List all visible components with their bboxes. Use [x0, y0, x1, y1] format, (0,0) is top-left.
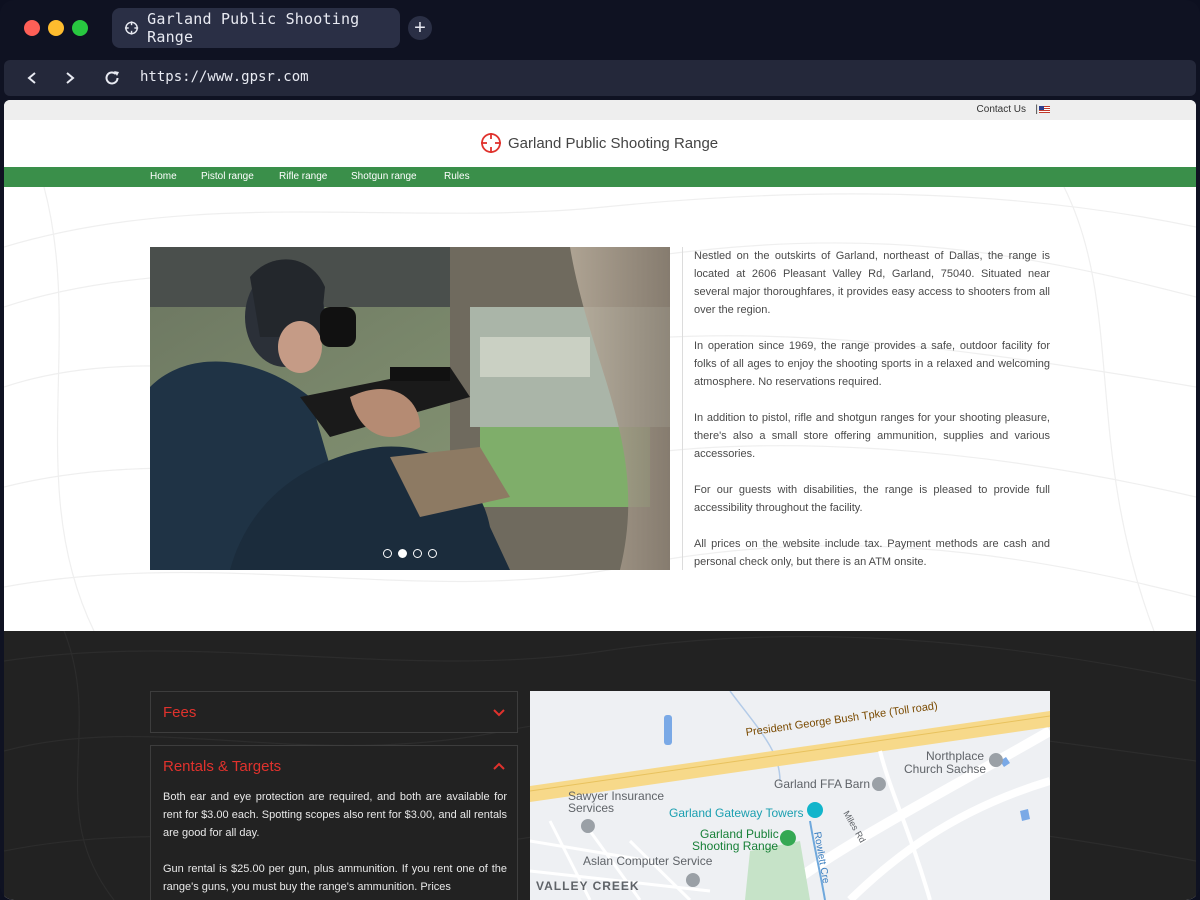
- browser-tab[interactable]: Garland Public Shooting Range: [112, 8, 400, 48]
- site-header: Garland Public Shooting Range: [4, 120, 1196, 167]
- map-label-church: Church Sachse: [904, 762, 987, 776]
- rentals-accordion-title: Rentals & Targets: [163, 758, 282, 775]
- maximize-window-button[interactable]: [72, 20, 88, 36]
- crosshair-icon: [124, 21, 139, 35]
- rentals-paragraph-protection: Both ear and eye protection are required…: [163, 791, 507, 839]
- carousel-dot-1[interactable]: [383, 549, 392, 558]
- reload-button[interactable]: [102, 68, 122, 88]
- tab-title: Garland Public Shooting Range: [147, 10, 360, 46]
- nav-shotgun-range[interactable]: Shotgun range: [351, 171, 417, 182]
- rentals-paragraph-guns: Gun rental is $25.00 per gun, plus ammun…: [163, 863, 507, 893]
- intro-paragraph-history: In operation since 1969, the range provi…: [694, 340, 1050, 388]
- content-divider: [682, 247, 683, 570]
- page-viewport: Contact Us | Garland Public Shooting Ran…: [4, 100, 1196, 900]
- map-label-sawyer-services: Services: [568, 801, 615, 815]
- site-logo[interactable]: Garland Public Shooting Range: [480, 132, 718, 154]
- map-label-northplace: Northplace: [926, 749, 985, 763]
- nav-rifle-range[interactable]: Rifle range: [279, 171, 327, 182]
- carousel-indicators: [383, 549, 437, 558]
- fees-accordion-title: Fees: [163, 704, 197, 721]
- rentals-accordion[interactable]: Rentals & Targets Both ear and eye prote…: [150, 745, 518, 900]
- map-label-range-line2: Shooting Range: [692, 839, 779, 853]
- fees-accordion[interactable]: Fees: [150, 691, 518, 733]
- map-label-gateway-towers: Garland Gateway Towers: [669, 806, 804, 820]
- us-flag-icon[interactable]: [1039, 106, 1050, 113]
- back-button[interactable]: [22, 68, 42, 88]
- address-bar: https://www.gpsr.com: [4, 60, 1196, 96]
- contact-us-link[interactable]: Contact Us: [977, 104, 1026, 115]
- crosshair-logo-icon: [481, 133, 501, 153]
- map-label-valley-creek: VALLEY CREEK: [536, 879, 640, 893]
- chevron-left-icon: [27, 72, 36, 84]
- chevron-up-icon: [493, 762, 505, 770]
- map-label-aslan: Aslan Computer Service: [583, 854, 713, 868]
- info-section: Fees Rentals & Targets Both ear and eye …: [4, 631, 1196, 900]
- chevron-right-icon: [66, 72, 75, 84]
- close-window-button[interactable]: [24, 20, 40, 36]
- intro-paragraph-facilities: In addition to pistol, rifle and shotgun…: [694, 412, 1050, 460]
- carousel-dot-2[interactable]: [398, 549, 407, 558]
- main-navigation: Home Pistol range Rifle range Shotgun ra…: [4, 167, 1196, 187]
- intro-paragraph-payment: All prices on the website include tax. P…: [694, 538, 1050, 568]
- nav-home[interactable]: Home: [150, 171, 177, 182]
- nav-pistol-range[interactable]: Pistol range: [201, 171, 254, 182]
- carousel-dot-4[interactable]: [428, 549, 437, 558]
- carousel-image[interactable]: [150, 247, 670, 570]
- carousel-dot-3[interactable]: [413, 549, 422, 558]
- utility-bar: Contact Us |: [4, 100, 1196, 120]
- url-field[interactable]: https://www.gpsr.com: [140, 69, 309, 85]
- shooter-photo: [150, 247, 670, 570]
- reload-icon: [105, 71, 119, 85]
- embedded-map[interactable]: President George Bush Tpke (Toll road) N…: [530, 691, 1050, 900]
- chevron-down-icon: [493, 709, 505, 717]
- intro-paragraph-accessibility: For our guests with disabilities, the ra…: [694, 484, 1050, 514]
- intro-paragraph-location: Nestled on the outskirts of Garland, nor…: [694, 250, 1050, 316]
- forward-button[interactable]: [60, 68, 80, 88]
- intro-text: Nestled on the outskirts of Garland, nor…: [694, 247, 1050, 589]
- title-bar: Garland Public Shooting Range +: [0, 0, 1200, 56]
- new-tab-button[interactable]: +: [408, 16, 432, 40]
- browser-window: Garland Public Shooting Range + https://…: [0, 0, 1200, 900]
- intro-section: Nestled on the outskirts of Garland, nor…: [4, 187, 1196, 631]
- map-label-ffa-barn: Garland FFA Barn: [774, 777, 871, 791]
- utility-separator: |: [1035, 104, 1038, 115]
- rentals-accordion-body: Both ear and eye protection are required…: [163, 788, 507, 900]
- nav-rules[interactable]: Rules: [444, 171, 470, 182]
- site-title: Garland Public Shooting Range: [508, 134, 719, 152]
- minimize-window-button[interactable]: [48, 20, 64, 36]
